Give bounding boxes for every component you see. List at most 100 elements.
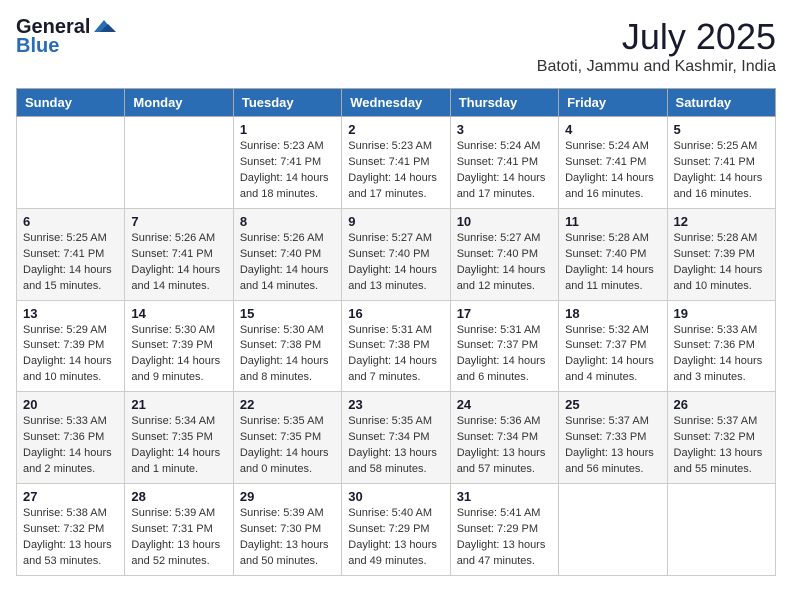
day-info: Sunrise: 5:24 AMSunset: 7:41 PMDaylight:…	[457, 139, 552, 203]
calendar-cell: 29Sunrise: 5:39 AMSunset: 7:30 PMDayligh…	[233, 484, 341, 576]
day-number: 8	[240, 214, 335, 229]
calendar-cell: 17 Sunrise: 5:31 AMSunset: 7:37 PMDayligh…	[450, 300, 558, 392]
day-info: Sunrise: 5:25 AMSunset: 7:41 PMDaylight:…	[23, 231, 118, 295]
calendar-cell: 10 Sunrise: 5:27 AMSunset: 7:40 PMDayligh…	[450, 208, 558, 300]
day-number: 1	[240, 122, 335, 137]
calendar-week-row: 6 Sunrise: 5:25 AMSunset: 7:41 PMDaylight…	[17, 208, 776, 300]
day-number: 30	[348, 489, 443, 504]
day-number: 24	[457, 397, 552, 412]
day-info: Sunrise: 5:39 AMSunset: 7:31 PMDaylight:…	[131, 506, 226, 570]
calendar-week-row: 1 Sunrise: 5:23 AMSunset: 7:41 PMDaylight…	[17, 117, 776, 209]
calendar-week-row: 20Sunrise: 5:33 AMSunset: 7:36 PMDayligh…	[17, 392, 776, 484]
calendar-cell: 31 Sunrise: 5:41 AMSunset: 7:29 PMDayligh…	[450, 484, 558, 576]
calendar-cell: 16Sunrise: 5:31 AMSunset: 7:38 PMDayligh…	[342, 300, 450, 392]
calendar-cell	[667, 484, 775, 576]
calendar-cell: 23Sunrise: 5:35 AMSunset: 7:34 PMDayligh…	[342, 392, 450, 484]
month-title: July 2025	[537, 16, 776, 58]
logo: General Blue	[16, 16, 116, 58]
calendar-week-row: 27Sunrise: 5:38 AMSunset: 7:32 PMDayligh…	[17, 484, 776, 576]
calendar-cell: 4 Sunrise: 5:24 AMSunset: 7:41 PMDaylight…	[559, 117, 667, 209]
calendar-cell: 25 Sunrise: 5:37 AMSunset: 7:33 PMDayligh…	[559, 392, 667, 484]
calendar-cell: 9 Sunrise: 5:27 AMSunset: 7:40 PMDaylight…	[342, 208, 450, 300]
calendar-cell: 8 Sunrise: 5:26 AMSunset: 7:40 PMDaylight…	[233, 208, 341, 300]
day-number: 31	[457, 489, 552, 504]
day-info: Sunrise: 5:33 AMSunset: 7:36 PMDaylight:…	[674, 323, 769, 387]
day-info: Sunrise: 5:25 AMSunset: 7:41 PMDaylight:…	[674, 139, 769, 203]
calendar-cell: 1 Sunrise: 5:23 AMSunset: 7:41 PMDaylight…	[233, 117, 341, 209]
calendar-cell: 11 Sunrise: 5:28 AMSunset: 7:40 PMDayligh…	[559, 208, 667, 300]
calendar-header-row: SundayMondayTuesdayWednesdayThursdayFrid…	[17, 89, 776, 117]
logo-blue-text: Blue	[16, 35, 59, 58]
day-number: 17	[457, 306, 552, 321]
day-number: 10	[457, 214, 552, 229]
calendar-cell: 7 Sunrise: 5:26 AMSunset: 7:41 PMDaylight…	[125, 208, 233, 300]
day-number: 4	[565, 122, 660, 137]
day-number: 14	[131, 306, 226, 321]
logo-icon	[94, 18, 116, 34]
calendar-cell: 27Sunrise: 5:38 AMSunset: 7:32 PMDayligh…	[17, 484, 125, 576]
day-number: 7	[131, 214, 226, 229]
day-number: 3	[457, 122, 552, 137]
day-number: 15	[240, 306, 335, 321]
calendar-day-header: Monday	[125, 89, 233, 117]
day-info: Sunrise: 5:27 AMSunset: 7:40 PMDaylight:…	[457, 231, 552, 295]
day-info: Sunrise: 5:29 AMSunset: 7:39 PMDaylight:…	[23, 323, 118, 387]
day-info: Sunrise: 5:34 AMSunset: 7:35 PMDaylight:…	[131, 414, 226, 478]
day-number: 11	[565, 214, 660, 229]
calendar-day-header: Thursday	[450, 89, 558, 117]
day-info: Sunrise: 5:28 AMSunset: 7:40 PMDaylight:…	[565, 231, 660, 295]
day-info: Sunrise: 5:23 AMSunset: 7:41 PMDaylight:…	[348, 139, 443, 203]
day-number: 6	[23, 214, 118, 229]
day-info: Sunrise: 5:30 AMSunset: 7:39 PMDaylight:…	[131, 323, 226, 387]
day-info: Sunrise: 5:26 AMSunset: 7:40 PMDaylight:…	[240, 231, 335, 295]
day-number: 13	[23, 306, 118, 321]
calendar-week-row: 13 Sunrise: 5:29 AMSunset: 7:39 PMDayligh…	[17, 300, 776, 392]
day-number: 25	[565, 397, 660, 412]
calendar-cell: 15Sunrise: 5:30 AMSunset: 7:38 PMDayligh…	[233, 300, 341, 392]
day-info: Sunrise: 5:26 AMSunset: 7:41 PMDaylight:…	[131, 231, 226, 295]
calendar-day-header: Sunday	[17, 89, 125, 117]
day-number: 5	[674, 122, 769, 137]
day-info: Sunrise: 5:31 AMSunset: 7:38 PMDaylight:…	[348, 323, 443, 387]
day-number: 18	[565, 306, 660, 321]
calendar-cell	[17, 117, 125, 209]
day-number: 28	[131, 489, 226, 504]
calendar-cell: 20Sunrise: 5:33 AMSunset: 7:36 PMDayligh…	[17, 392, 125, 484]
day-info: Sunrise: 5:40 AMSunset: 7:29 PMDaylight:…	[348, 506, 443, 570]
day-info: Sunrise: 5:23 AMSunset: 7:41 PMDaylight:…	[240, 139, 335, 203]
location-title: Batoti, Jammu and Kashmir, India	[537, 58, 776, 76]
calendar-cell: 26 Sunrise: 5:37 AMSunset: 7:32 PMDayligh…	[667, 392, 775, 484]
calendar-cell: 12Sunrise: 5:28 AMSunset: 7:39 PMDayligh…	[667, 208, 775, 300]
day-info: Sunrise: 5:37 AMSunset: 7:32 PMDaylight:…	[674, 414, 769, 478]
day-number: 29	[240, 489, 335, 504]
calendar-cell: 3 Sunrise: 5:24 AMSunset: 7:41 PMDaylight…	[450, 117, 558, 209]
day-info: Sunrise: 5:24 AMSunset: 7:41 PMDaylight:…	[565, 139, 660, 203]
day-info: Sunrise: 5:37 AMSunset: 7:33 PMDaylight:…	[565, 414, 660, 478]
day-info: Sunrise: 5:27 AMSunset: 7:40 PMDaylight:…	[348, 231, 443, 295]
day-number: 12	[674, 214, 769, 229]
day-number: 21	[131, 397, 226, 412]
page-header: General Blue July 2025 Batoti, Jammu and…	[16, 16, 776, 76]
calendar-cell: 6 Sunrise: 5:25 AMSunset: 7:41 PMDaylight…	[17, 208, 125, 300]
calendar-cell: 22Sunrise: 5:35 AMSunset: 7:35 PMDayligh…	[233, 392, 341, 484]
day-number: 20	[23, 397, 118, 412]
calendar-cell	[559, 484, 667, 576]
calendar-table: SundayMondayTuesdayWednesdayThursdayFrid…	[16, 88, 776, 576]
day-info: Sunrise: 5:35 AMSunset: 7:34 PMDaylight:…	[348, 414, 443, 478]
day-number: 26	[674, 397, 769, 412]
calendar-cell: 2Sunrise: 5:23 AMSunset: 7:41 PMDaylight…	[342, 117, 450, 209]
calendar-cell: 19Sunrise: 5:33 AMSunset: 7:36 PMDayligh…	[667, 300, 775, 392]
calendar-day-header: Friday	[559, 89, 667, 117]
day-info: Sunrise: 5:31 AMSunset: 7:37 PMDaylight:…	[457, 323, 552, 387]
day-number: 22	[240, 397, 335, 412]
calendar-cell: 30 Sunrise: 5:40 AMSunset: 7:29 PMDayligh…	[342, 484, 450, 576]
calendar-cell: 28 Sunrise: 5:39 AMSunset: 7:31 PMDayligh…	[125, 484, 233, 576]
calendar-cell	[125, 117, 233, 209]
day-info: Sunrise: 5:32 AMSunset: 7:37 PMDaylight:…	[565, 323, 660, 387]
calendar-cell: 13 Sunrise: 5:29 AMSunset: 7:39 PMDayligh…	[17, 300, 125, 392]
day-info: Sunrise: 5:38 AMSunset: 7:32 PMDaylight:…	[23, 506, 118, 570]
calendar-day-header: Saturday	[667, 89, 775, 117]
day-info: Sunrise: 5:36 AMSunset: 7:34 PMDaylight:…	[457, 414, 552, 478]
day-number: 9	[348, 214, 443, 229]
day-info: Sunrise: 5:41 AMSunset: 7:29 PMDaylight:…	[457, 506, 552, 570]
